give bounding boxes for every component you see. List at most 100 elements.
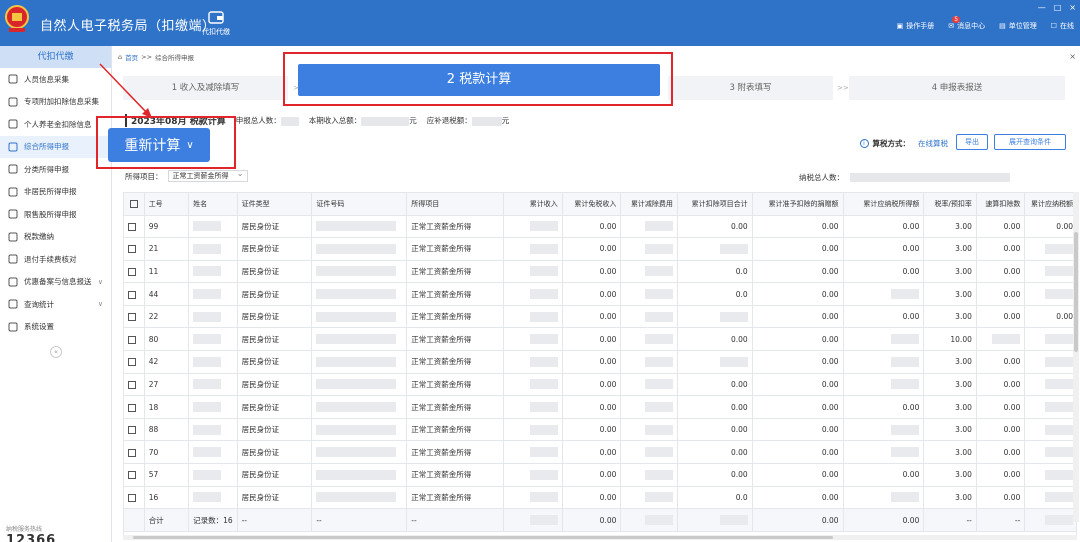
col-income-item[interactable]: 所得项目 [406, 193, 505, 216]
sidebar-item-8[interactable]: 退付手续费核对 [0, 248, 111, 271]
collapse-sidebar-button[interactable]: « [50, 346, 62, 358]
checkbox[interactable] [128, 380, 136, 389]
step-attachment[interactable]: 3 附表填写 [668, 76, 833, 100]
sidebar-item-3[interactable]: 综合所得申报 [0, 135, 111, 158]
checkbox[interactable] [128, 403, 136, 412]
col-quick-deduction[interactable]: 速算扣除数 [976, 193, 1026, 216]
cell-quick-deduction: 0.00 [976, 215, 1026, 239]
unit-management-button[interactable]: ▤ 单位管理 [999, 21, 1037, 31]
manual-button[interactable]: ▣ 操作手册 [897, 21, 935, 31]
col-cum-taxable[interactable]: 累计应纳税所得额 [843, 193, 925, 216]
close-tab-icon[interactable]: × [1069, 52, 1076, 61]
income-total: 本期收入总额： 元 [309, 115, 417, 126]
col-cum-donation[interactable]: 累计准予扣除的捐赠额 [752, 193, 844, 216]
cell-income-item: 正常工资薪金所得 [406, 237, 505, 261]
table-row[interactable]: 44 居民身份证 正常工资薪金所得 0.00 0.0 0.00 3.00 0.00 [124, 282, 1076, 306]
sidebar-item-6[interactable]: 限售股所得申报 [0, 203, 111, 226]
checkbox[interactable] [128, 493, 136, 502]
select-all-checkbox[interactable] [124, 193, 145, 216]
withhold-tool-button[interactable]: 代扣代缴 [198, 10, 234, 37]
row-checkbox-cell[interactable] [124, 350, 145, 374]
col-id-number[interactable]: 证件号码 [311, 193, 408, 216]
table-row[interactable]: 42 居民身份证 正常工资薪金所得 0.00 0.00 3.00 0.00 [124, 350, 1076, 374]
table-row[interactable]: 57 居民身份证 正常工资薪金所得 0.00 0.00 0.00 0.00 3.00 0.00 [124, 463, 1076, 487]
checkbox[interactable] [128, 358, 136, 367]
table-header-row: 工号 姓名 证件类型 证件号码 所得项目 累计收入 累计免税收入 累计减除费用 … [124, 193, 1076, 216]
expand-query-button[interactable]: 展开查询条件 [994, 134, 1066, 150]
online-status-button[interactable]: ☐ 在线 [1051, 21, 1074, 31]
row-checkbox-cell[interactable] [124, 282, 145, 306]
row-checkbox-cell[interactable] [124, 215, 145, 239]
masked-value [193, 221, 222, 232]
scroll-thumb[interactable] [1074, 232, 1078, 352]
row-checkbox-cell[interactable] [124, 463, 145, 487]
vertical-scrollbar[interactable] [1073, 192, 1079, 522]
sidebar-item-1[interactable]: 专项附加扣除信息采集 [0, 91, 111, 114]
checkbox[interactable] [129, 199, 138, 208]
footer-dash: -- [237, 508, 313, 532]
row-checkbox-cell[interactable] [124, 440, 145, 465]
calc-mode-value[interactable]: 在线算税 [918, 138, 948, 149]
row-checkbox-cell[interactable] [124, 305, 145, 329]
row-checkbox-cell[interactable] [124, 486, 145, 510]
scroll-thumb[interactable] [133, 536, 833, 539]
table-row[interactable]: 70 居民身份证 正常工资薪金所得 0.00 0.00 0.00 3.00 0.00 [124, 440, 1076, 465]
close-window-button[interactable]: × [1069, 3, 1076, 12]
table-row[interactable]: 22 居民身份证 正常工资薪金所得 0.00 0.00 0.00 3.00 0.00 0.00 [124, 305, 1076, 329]
col-tax-rate[interactable]: 税率/预扣率 [923, 193, 977, 216]
col-employee-id[interactable]: 工号 [144, 193, 190, 216]
export-button[interactable]: 导出 [956, 134, 988, 150]
col-cum-tax[interactable]: 累计应纳税额 [1024, 193, 1076, 216]
checkbox[interactable] [128, 335, 136, 344]
cell-name [188, 237, 238, 261]
col-cum-deduction[interactable]: 累计减除费用 [620, 193, 678, 216]
sidebar-item-4[interactable]: 分类所得申报 [0, 158, 111, 181]
cell-id-type: 居民身份证 [237, 305, 313, 329]
checkbox[interactable] [128, 267, 136, 276]
sidebar-item-10[interactable]: 查询统计 ∨ [0, 293, 111, 316]
sidebar-item-0[interactable]: 人员信息采集 [0, 68, 111, 91]
step-submit[interactable]: 4 申报表报送 [849, 76, 1065, 100]
table-row[interactable]: 88 居民身份证 正常工资薪金所得 0.00 0.00 0.00 3.00 0.00 [124, 418, 1076, 442]
checkbox[interactable] [128, 313, 136, 322]
row-checkbox-cell[interactable] [124, 237, 145, 261]
table-row[interactable]: 18 居民身份证 正常工资薪金所得 0.00 0.00 0.00 0.00 3.00 0.00 [124, 395, 1076, 419]
minimize-button[interactable]: — [1038, 3, 1046, 12]
table-row[interactable]: 80 居民身份证 正常工资薪金所得 0.00 0.00 0.00 10.00 [124, 327, 1076, 352]
col-cum-deduct-total[interactable]: 累计扣除项目合计 [677, 193, 753, 216]
maximize-button[interactable]: □ [1054, 3, 1062, 12]
cell-quick-deduction: 0.00 [976, 282, 1026, 306]
checkbox[interactable] [128, 290, 136, 299]
sidebar-item-11[interactable]: 系统设置 [0, 316, 111, 339]
masked-value [644, 356, 673, 367]
col-id-type[interactable]: 证件类型 [237, 193, 313, 216]
checkbox[interactable] [128, 222, 136, 231]
message-center-button[interactable]: ✉ 5 消息中心 [948, 16, 985, 31]
sidebar-item-9[interactable]: 优惠备案与信息报送 ∨ [0, 271, 111, 294]
table-row[interactable]: 21 居民身份证 正常工资薪金所得 0.00 0.00 0.00 3.00 0.00 [124, 237, 1076, 261]
checkbox[interactable] [128, 471, 136, 480]
row-checkbox-cell[interactable] [124, 395, 145, 419]
col-name[interactable]: 姓名 [188, 193, 238, 216]
checkbox[interactable] [128, 426, 136, 435]
row-checkbox-cell[interactable] [124, 260, 145, 284]
checkbox[interactable] [128, 245, 136, 254]
row-checkbox-cell[interactable] [124, 373, 145, 397]
masked-value [891, 334, 920, 345]
sidebar-item-5[interactable]: 非居民所得申报 [0, 181, 111, 204]
table-row[interactable]: 27 居民身份证 正常工资薪金所得 0.00 0.00 0.00 3.00 0.00 [124, 373, 1076, 397]
row-checkbox-cell[interactable] [124, 327, 145, 352]
col-cum-income[interactable]: 累计收入 [503, 193, 563, 216]
breadcrumb-home[interactable]: 首页 [125, 52, 138, 62]
checkbox[interactable] [128, 448, 136, 457]
table-row[interactable]: 16 居民身份证 正常工资薪金所得 0.00 0.0 0.00 3.00 0.00 [124, 486, 1076, 510]
col-cum-exempt[interactable]: 累计免税收入 [562, 193, 622, 216]
sidebar-item-7[interactable]: 税款缴纳 [0, 226, 111, 249]
horizontal-scrollbar[interactable] [123, 535, 1077, 540]
income-item-select[interactable]: 正常工资薪金所得 [167, 169, 248, 182]
table-row[interactable]: 99 居民身份证 正常工资薪金所得 0.00 0.00 0.00 0.00 3.00 0.00 0… [124, 215, 1076, 239]
sidebar-item-2[interactable]: 个人养老金扣除信息 [0, 113, 111, 136]
row-checkbox-cell[interactable] [124, 418, 145, 442]
table-row[interactable]: 11 居民身份证 正常工资薪金所得 0.00 0.0 0.00 0.00 3.00 0.00 [124, 260, 1076, 284]
recalculate-button[interactable]: 重新计算 ∨ [108, 128, 210, 162]
